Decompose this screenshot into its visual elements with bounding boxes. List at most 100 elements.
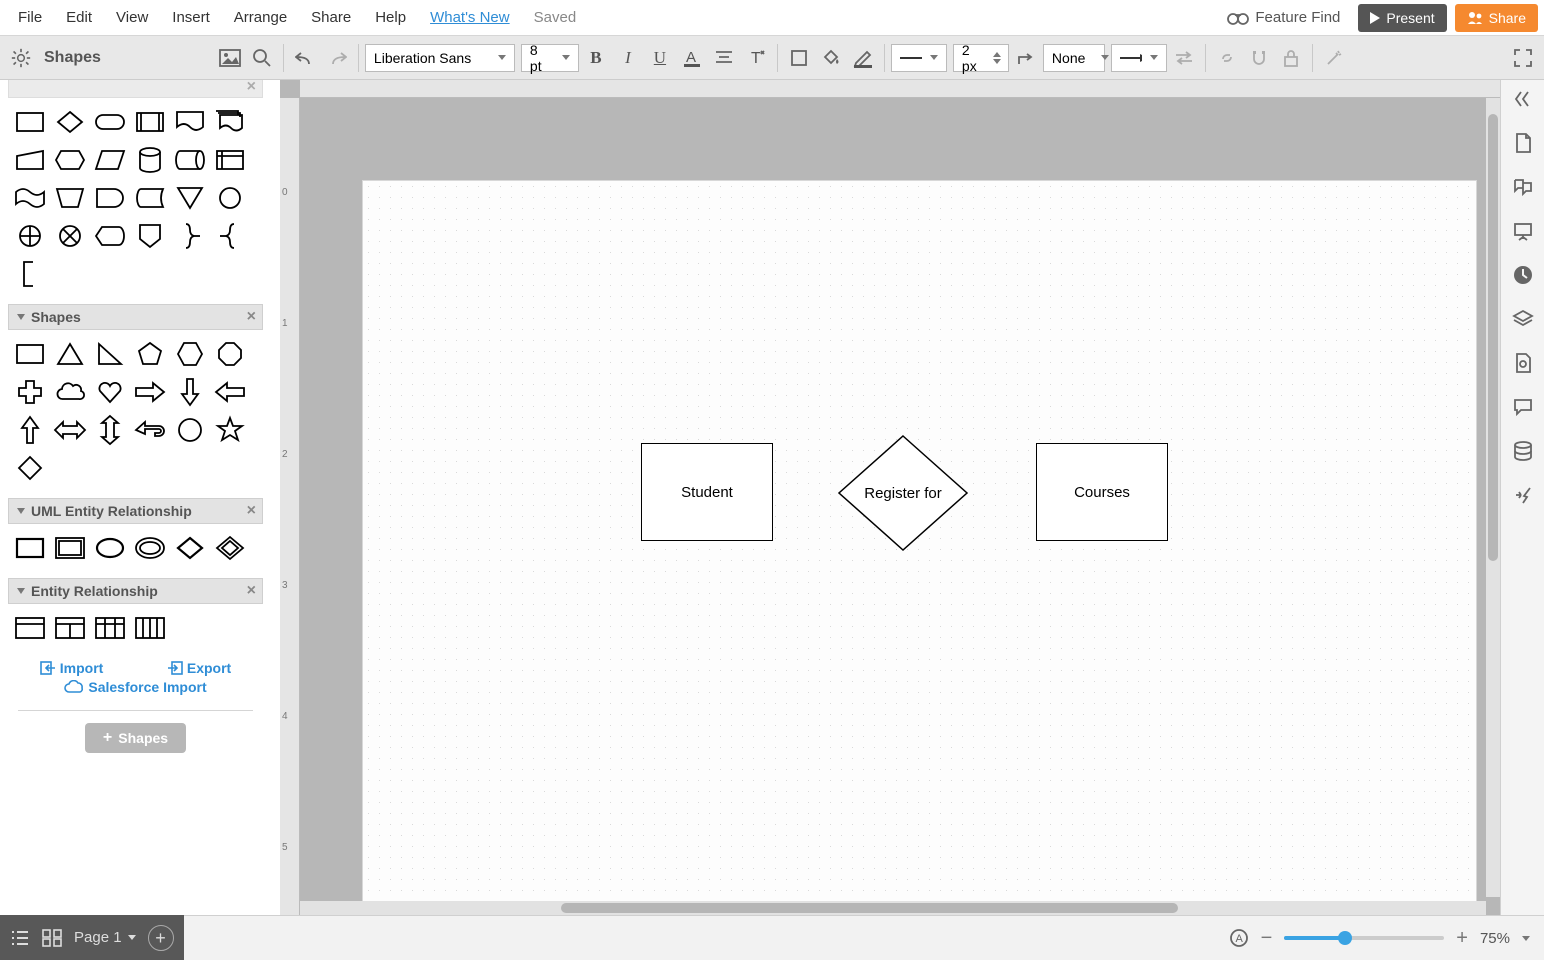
add-page-button[interactable]: + bbox=[148, 925, 174, 951]
link-button[interactable] bbox=[1212, 43, 1242, 73]
export-link[interactable]: Export bbox=[167, 660, 231, 676]
share-button[interactable]: Share bbox=[1455, 4, 1538, 32]
zoom-out-button[interactable]: − bbox=[1261, 927, 1273, 950]
shape-database[interactable] bbox=[132, 142, 168, 178]
comments-panel-button[interactable] bbox=[1512, 176, 1534, 198]
shape-triangle[interactable] bbox=[52, 336, 88, 372]
grid-view-icon[interactable] bbox=[42, 929, 62, 947]
close-icon[interactable]: × bbox=[247, 309, 256, 325]
wand-button[interactable] bbox=[1319, 43, 1349, 73]
shape-table4[interactable] bbox=[132, 610, 168, 646]
shape-internal[interactable] bbox=[212, 142, 248, 178]
more-shapes-button[interactable]: +Shapes bbox=[85, 723, 186, 753]
shape-terminator[interactable] bbox=[92, 104, 128, 140]
italic-button[interactable]: I bbox=[613, 43, 643, 73]
shape-arrow-lr[interactable] bbox=[52, 412, 88, 448]
page-selector[interactable]: Page 1 bbox=[74, 930, 136, 945]
fontsize-select[interactable]: 8 pt bbox=[521, 44, 579, 72]
shape-diamond[interactable] bbox=[12, 450, 48, 486]
entity-student[interactable]: Student bbox=[641, 443, 773, 541]
arrow-end-select[interactable] bbox=[1111, 44, 1167, 72]
zoom-in-button[interactable]: + bbox=[1456, 927, 1468, 950]
shape-arrow-u[interactable] bbox=[12, 412, 48, 448]
shape-weak-rel[interactable] bbox=[212, 530, 248, 566]
shape-directdata[interactable] bbox=[172, 142, 208, 178]
panel-flowchart-header[interactable]: × bbox=[8, 80, 263, 98]
textbox-button[interactable]: T bbox=[741, 43, 771, 73]
shape-octagon[interactable] bbox=[212, 336, 248, 372]
shape-manager-button[interactable] bbox=[6, 43, 36, 73]
shape-note[interactable] bbox=[12, 256, 48, 292]
lock-button[interactable] bbox=[1276, 43, 1306, 73]
data-panel-button[interactable] bbox=[1512, 440, 1534, 462]
shape-table3[interactable] bbox=[92, 610, 128, 646]
shape-arrow-d[interactable] bbox=[172, 374, 208, 410]
shape-paper-tape[interactable] bbox=[12, 180, 48, 216]
shape-predef[interactable] bbox=[132, 104, 168, 140]
connector-button[interactable] bbox=[1011, 43, 1041, 73]
shape-cloud[interactable] bbox=[52, 374, 88, 410]
shape-cross[interactable] bbox=[12, 374, 48, 410]
panel-shapes-header[interactable]: Shapes × bbox=[8, 304, 263, 330]
font-select[interactable]: Liberation Sans bbox=[365, 44, 515, 72]
shape-delay[interactable] bbox=[92, 180, 128, 216]
salesforce-link[interactable]: Salesforce Import bbox=[64, 680, 206, 694]
shape-rtriangle[interactable] bbox=[92, 336, 128, 372]
shape-document[interactable] bbox=[172, 104, 208, 140]
present-button[interactable]: Present bbox=[1358, 4, 1446, 32]
shape-multidoc[interactable] bbox=[212, 104, 248, 140]
shape-display[interactable] bbox=[92, 218, 128, 254]
chevron-down-icon[interactable] bbox=[1522, 936, 1530, 941]
master-panel-button[interactable] bbox=[1512, 352, 1534, 374]
fill-button[interactable] bbox=[816, 43, 846, 73]
insert-image-button[interactable] bbox=[215, 43, 245, 73]
shape-arrow-r[interactable] bbox=[132, 374, 168, 410]
zoom-slider[interactable] bbox=[1284, 936, 1444, 940]
bold-button[interactable]: B bbox=[581, 43, 611, 73]
panel-er-header[interactable]: Entity Relationship × bbox=[8, 578, 263, 604]
layers-panel-button[interactable] bbox=[1512, 308, 1534, 330]
slider-knob[interactable] bbox=[1338, 931, 1352, 945]
menu-edit[interactable]: Edit bbox=[54, 5, 104, 30]
swap-ends-button[interactable] bbox=[1169, 43, 1199, 73]
shape-multi-attr[interactable] bbox=[132, 530, 168, 566]
scrollbar-thumb[interactable] bbox=[561, 903, 1178, 913]
collapse-dock-button[interactable] bbox=[1512, 88, 1534, 110]
shape-entity[interactable] bbox=[12, 530, 48, 566]
textcolor-button[interactable]: A bbox=[677, 43, 707, 73]
shape-star[interactable] bbox=[212, 412, 248, 448]
scrollbar-v[interactable] bbox=[1486, 98, 1500, 897]
menu-insert[interactable]: Insert bbox=[160, 5, 222, 30]
page-panel-button[interactable] bbox=[1512, 132, 1534, 154]
magnet-button[interactable] bbox=[1244, 43, 1274, 73]
present-panel-button[interactable] bbox=[1512, 220, 1534, 242]
feature-find[interactable]: Feature Find bbox=[1217, 9, 1350, 26]
shape-weak-entity[interactable] bbox=[52, 530, 88, 566]
shape-merge[interactable] bbox=[172, 180, 208, 216]
menu-view[interactable]: View bbox=[104, 5, 160, 30]
shape-attr[interactable] bbox=[92, 530, 128, 566]
shape-rel[interactable] bbox=[172, 530, 208, 566]
shape-rect[interactable] bbox=[12, 336, 48, 372]
scrollbar-h[interactable] bbox=[300, 901, 1486, 915]
entity-courses[interactable]: Courses bbox=[1036, 443, 1168, 541]
shape-or[interactable] bbox=[12, 218, 48, 254]
shape-sum[interactable] bbox=[52, 218, 88, 254]
shape-preparation[interactable] bbox=[52, 142, 88, 178]
shape-circle[interactable] bbox=[172, 412, 208, 448]
shape-arrow-l[interactable] bbox=[212, 374, 248, 410]
shape-heart[interactable] bbox=[92, 374, 128, 410]
search-button[interactable] bbox=[247, 43, 277, 73]
shape-process[interactable] bbox=[12, 104, 48, 140]
canvas-page[interactable]: Student Register for Courses bbox=[362, 180, 1477, 910]
underline-button[interactable]: U bbox=[645, 43, 675, 73]
history-panel-button[interactable] bbox=[1512, 264, 1534, 286]
border-button[interactable] bbox=[784, 43, 814, 73]
shape-arrow-back[interactable] bbox=[132, 412, 168, 448]
chat-panel-button[interactable] bbox=[1512, 396, 1534, 418]
shape-blank[interactable] bbox=[52, 256, 88, 292]
shape-manual-in[interactable] bbox=[12, 142, 48, 178]
scrollbar-thumb[interactable] bbox=[1488, 114, 1498, 561]
undo-button[interactable] bbox=[290, 43, 320, 73]
close-icon[interactable]: × bbox=[247, 79, 256, 95]
